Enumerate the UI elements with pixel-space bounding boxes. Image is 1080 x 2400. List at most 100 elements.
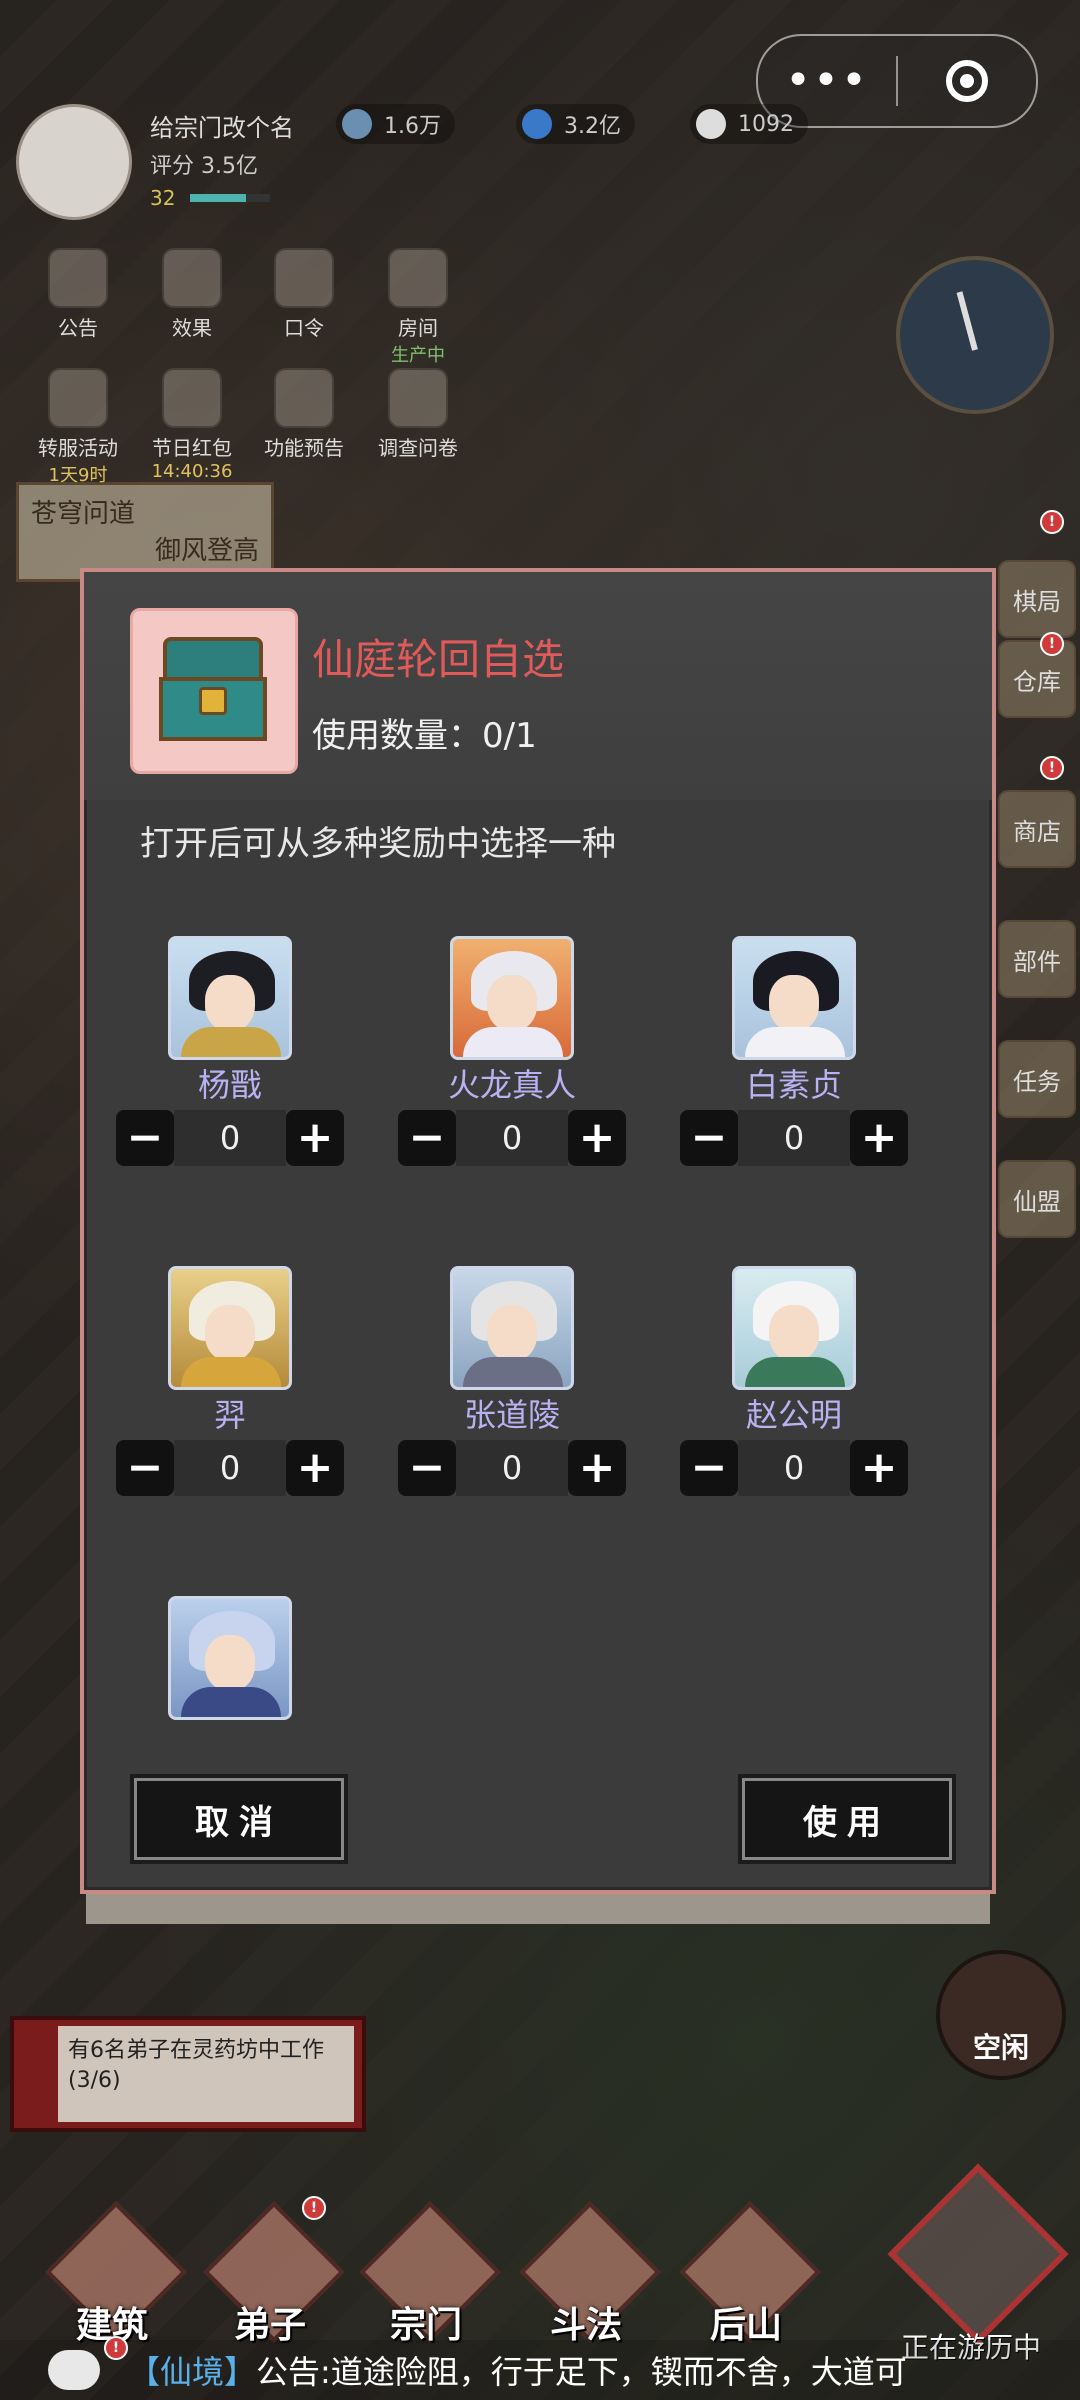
menu-effects[interactable]: 效果 xyxy=(142,248,242,341)
banner-line: 苍穹问道 xyxy=(31,499,136,529)
character-portrait[interactable] xyxy=(168,936,292,1060)
more-dots-icon: ••• xyxy=(785,55,869,106)
side-button-shop[interactable]: 商店 xyxy=(998,790,1076,868)
menu-room[interactable]: 房间 生产中 xyxy=(368,248,468,367)
transfer-icon xyxy=(48,368,108,428)
character-portrait[interactable] xyxy=(168,1596,292,1720)
key-icon xyxy=(274,248,334,308)
player-level: 32 xyxy=(150,186,176,210)
character-portrait[interactable] xyxy=(168,1266,292,1390)
day-night-clock xyxy=(896,256,1054,414)
increment-button[interactable]: + xyxy=(850,1440,908,1496)
increment-button[interactable]: + xyxy=(568,1110,626,1166)
decrement-button[interactable]: − xyxy=(680,1110,738,1166)
menu-survey[interactable]: 调查问卷 xyxy=(368,368,468,461)
decrement-button[interactable]: − xyxy=(398,1440,456,1496)
room-door-icon xyxy=(388,248,448,308)
gourd-idle-button[interactable]: 空闲 xyxy=(936,1950,1066,2080)
use-button[interactable]: 使用 xyxy=(742,1778,952,1860)
choice-item[interactable]: 火龙真人 − 0 + xyxy=(398,936,626,1176)
menu-red-envelope[interactable]: 节日红包 14:40:36 xyxy=(142,368,242,482)
decrement-button[interactable]: − xyxy=(680,1440,738,1496)
close-miniprogram-button[interactable] xyxy=(898,36,1036,126)
choice-item[interactable]: 杨戬 − 0 + xyxy=(116,936,344,1176)
choice-item[interactable]: 张道陵 − 0 + xyxy=(398,1266,626,1506)
character-portrait[interactable] xyxy=(450,1266,574,1390)
event-banner[interactable]: 苍穹问道 御风登高 xyxy=(16,482,274,582)
nav-backmountain[interactable]: 后山 xyxy=(676,2201,821,2352)
resource-value: 1.6万 xyxy=(384,114,441,139)
resource-spirit-stone[interactable]: 1.6万 xyxy=(336,104,455,144)
decrement-button[interactable]: − xyxy=(398,1110,456,1166)
menu-label: 房间 xyxy=(398,316,438,340)
choice-item[interactable] xyxy=(120,1596,340,1760)
task-notice[interactable]: 有6名弟子在灵药坊中工作(3/6) xyxy=(10,2016,366,2132)
character-name: 杨戬 xyxy=(197,1066,262,1104)
ticker-tag: 【仙境】 xyxy=(128,2353,257,2391)
increment-button[interactable]: + xyxy=(286,1440,344,1496)
nav-sect[interactable]: 宗门 xyxy=(356,2201,501,2352)
quantity-stepper: − 0 + xyxy=(116,1110,344,1166)
choice-item[interactable]: 赵公明 − 0 + xyxy=(680,1266,908,1506)
side-button-alliance[interactable]: 仙盟 xyxy=(998,1160,1076,1238)
side-label: 部件 xyxy=(1013,947,1061,976)
announcement-ticker[interactable]: ! 【仙境】 公告:道途险阻，行于足下，锲而不舍，大道可 xyxy=(0,2336,1080,2400)
nav-build[interactable]: 建筑 xyxy=(42,2201,187,2352)
target-circle-icon xyxy=(945,60,988,102)
notification-dot: ! xyxy=(1040,510,1064,534)
chat-bubble-icon[interactable]: ! xyxy=(48,2336,128,2390)
choice-item[interactable]: 羿 − 0 + xyxy=(116,1266,344,1506)
side-button-chess[interactable]: 棋局 xyxy=(998,560,1076,638)
character-portrait[interactable] xyxy=(732,1266,856,1390)
notification-dot: ! xyxy=(104,2336,128,2360)
resource-crystal[interactable]: 3.2亿 xyxy=(516,104,635,144)
notification-dot: ! xyxy=(302,2196,326,2220)
character-portrait[interactable] xyxy=(732,936,856,1060)
nav-disciples[interactable]: 弟子 xyxy=(200,2201,345,2352)
quantity-stepper: − 0 + xyxy=(398,1440,626,1496)
character-portrait[interactable] xyxy=(450,936,574,1060)
item-icon-frame xyxy=(130,608,298,774)
gourd-label: 空闲 xyxy=(972,2031,1029,2064)
menu-feature-preview[interactable]: 功能预告 xyxy=(254,368,354,461)
menu-label: 功能预告 xyxy=(264,436,344,460)
nav-duel[interactable]: 斗法 xyxy=(516,2201,661,2352)
decrement-button[interactable]: − xyxy=(116,1440,174,1496)
side-button-warehouse[interactable]: 仓库 xyxy=(998,640,1076,718)
menu-status: 生产中 xyxy=(391,345,445,366)
increment-button[interactable]: + xyxy=(850,1110,908,1166)
task-text: 有6名弟子在灵药坊中工作(3/6) xyxy=(58,2026,354,2122)
menu-label: 公告 xyxy=(58,316,98,340)
menu-server-transfer[interactable]: 转服活动 1天9时 xyxy=(28,368,128,487)
quantity-stepper: − 0 + xyxy=(398,1110,626,1166)
menu-announcement[interactable]: 公告 xyxy=(28,248,128,341)
cancel-button[interactable]: 取消 xyxy=(134,1778,344,1860)
quantity-value: 0 xyxy=(456,1110,568,1166)
resource-value: 3.2亿 xyxy=(564,114,621,139)
player-avatar[interactable] xyxy=(16,104,132,220)
quantity-value: 0 xyxy=(738,1440,850,1496)
choice-item[interactable]: 白素贞 − 0 + xyxy=(680,936,908,1176)
character-name: 羿 xyxy=(213,1396,246,1434)
resource-taiji[interactable]: 1092 xyxy=(690,104,808,144)
quantity-stepper: − 0 + xyxy=(116,1440,344,1496)
menu-label: 转服活动 xyxy=(38,436,118,460)
menu-password[interactable]: 口令 xyxy=(254,248,354,341)
decrement-button[interactable]: − xyxy=(116,1110,174,1166)
survey-icon xyxy=(388,368,448,428)
use-count: 使用数量：0/1 xyxy=(312,716,537,756)
quantity-value: 0 xyxy=(738,1110,850,1166)
player-name[interactable]: 给宗门改个名 xyxy=(150,108,294,143)
side-label: 商店 xyxy=(1013,817,1061,846)
notification-dot: ! xyxy=(1040,756,1064,780)
increment-button[interactable]: + xyxy=(568,1440,626,1496)
side-button-parts[interactable]: 部件 xyxy=(998,920,1076,998)
yin-yang-icon xyxy=(696,109,726,139)
side-button-tasks[interactable]: 任务 xyxy=(998,1040,1076,1118)
increment-button[interactable]: + xyxy=(286,1110,344,1166)
character-name: 赵公明 xyxy=(745,1396,842,1434)
menu-label: 效果 xyxy=(172,316,212,340)
dialog-bottom-edge xyxy=(86,1894,990,1924)
crystal-icon xyxy=(522,109,552,139)
quantity-stepper: − 0 + xyxy=(680,1110,908,1166)
